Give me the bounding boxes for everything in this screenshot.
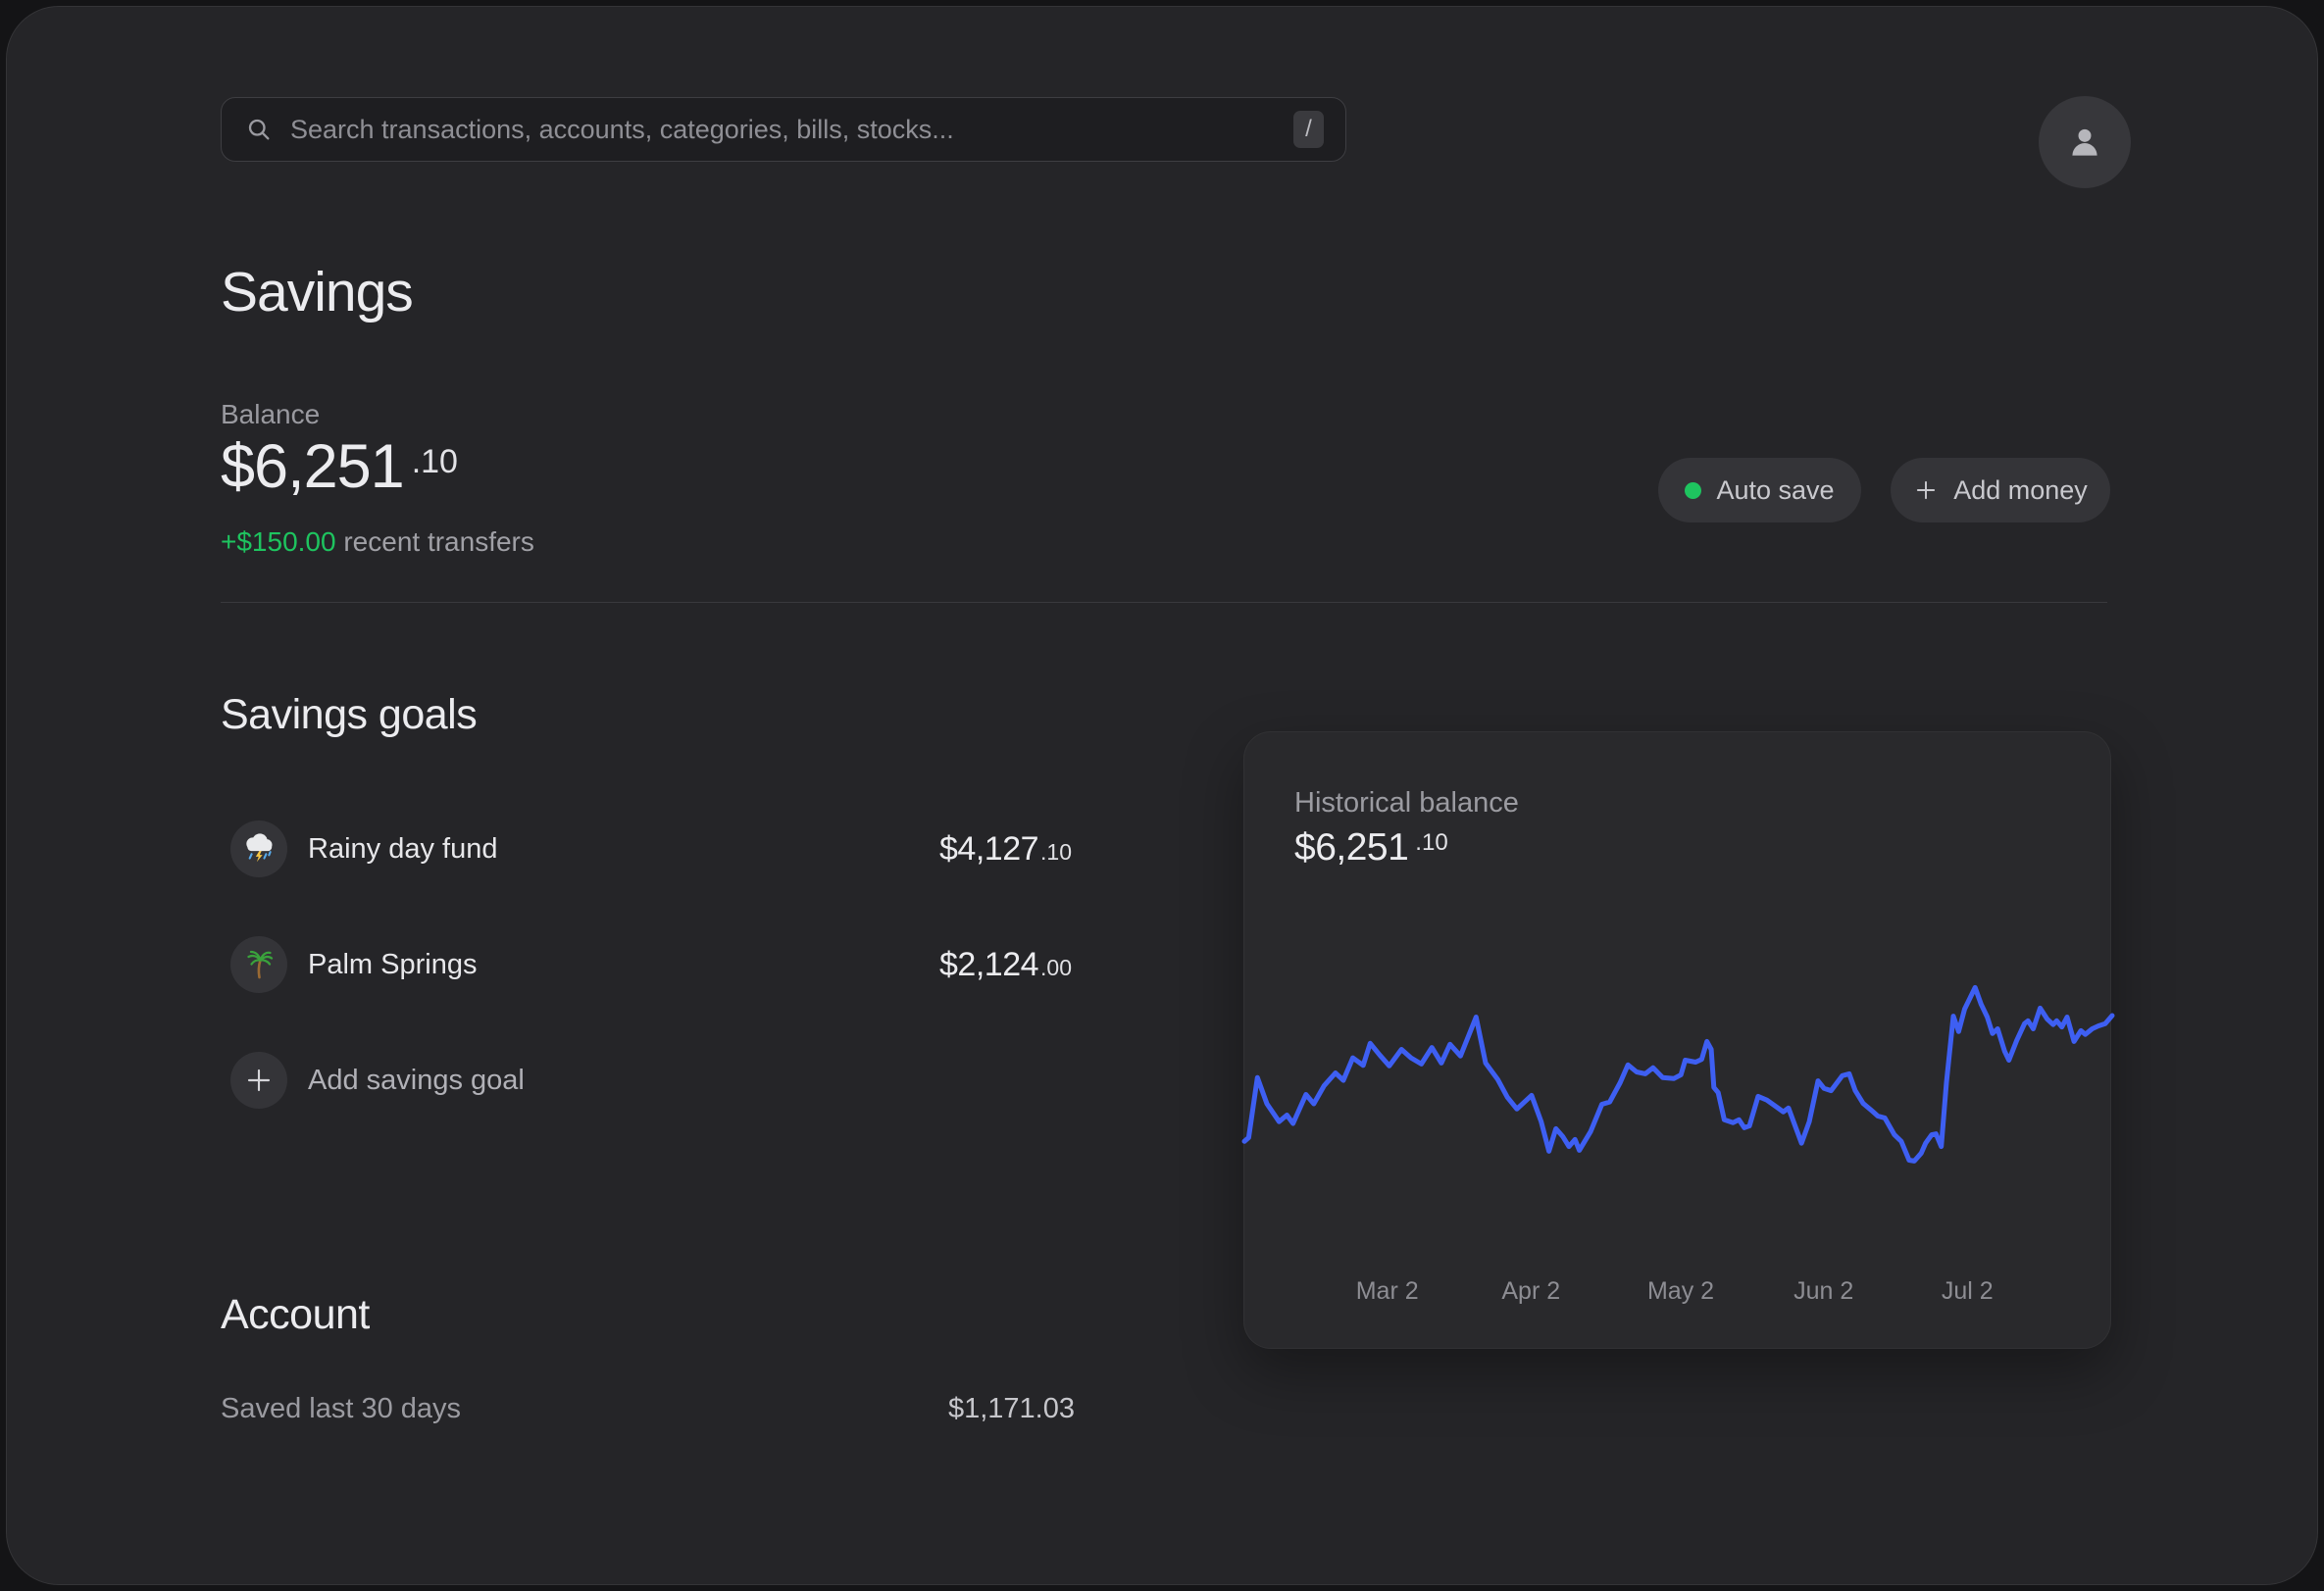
account-row-label: Saved last 30 days [221,1393,461,1425]
goal-name: Palm Springs [308,949,477,981]
account-row-value: $1,171.03 [948,1393,1075,1425]
card-title: Historical balance [1294,787,1519,820]
goal-amount: $2,124 .00 [939,946,1072,984]
x-axis-label: Jul 2 [1942,1277,1994,1306]
account-heading: Account [221,1291,370,1339]
balance-delta: +$150.00 recent transfers [221,526,534,558]
x-axis-label: May 2 [1647,1277,1714,1306]
goal-amount-main: $4,127 [939,830,1038,869]
app-window: / Savings Balance $6,251 .10 +$150.00 re… [6,6,2318,1585]
account-row-saved-30-days: Saved last 30 days $1,171.03 [221,1393,1075,1425]
auto-save-status-dot [1685,482,1701,499]
avatar[interactable] [2039,96,2131,188]
balance-line [1244,987,2112,1161]
goal-row-palm-springs[interactable]: Palm Springs $2,124 .00 [230,936,1072,993]
x-axis-labels: Mar 2 Apr 2 May 2 Jun 2 Jul 2 [1244,1277,2110,1307]
balance-amount: $6,251 .10 [221,436,458,498]
person-icon [2064,122,2105,163]
search-bar[interactable]: / [221,97,1346,162]
search-input[interactable] [290,115,1293,145]
goal-amount-cents: .00 [1040,955,1072,981]
add-money-button[interactable]: Add money [1891,458,2110,522]
add-money-label: Add money [1953,475,2088,506]
card-value-main: $6,251 [1294,828,1408,867]
palm-tree-icon [241,947,277,982]
balance-delta-value: +$150.00 [221,526,336,557]
savings-goals-heading: Savings goals [221,691,477,739]
historical-balance-card: Historical balance $6,251 .10 Mar 2 Apr 2… [1243,731,2111,1349]
goal-icon-circle [230,936,287,993]
auto-save-button[interactable]: Auto save [1658,458,1861,522]
x-axis-label: Apr 2 [1501,1277,1560,1306]
plus-icon [1913,477,1939,503]
x-axis-label: Jun 2 [1794,1277,1853,1306]
x-axis-label: Mar 2 [1356,1277,1419,1306]
storm-cloud-icon [240,830,278,868]
goal-amount-cents: .10 [1040,839,1072,866]
section-divider [221,602,2107,603]
goal-row-rainy-day-fund[interactable]: Rainy day fund $4,127 .10 [230,820,1072,877]
balance-label: Balance [221,399,320,430]
card-value-cents: .10 [1415,828,1447,855]
search-icon [245,116,273,143]
card-current-value: $6,251 .10 [1294,828,1448,867]
add-savings-goal-label: Add savings goal [308,1065,525,1097]
goal-amount: $4,127 .10 [939,830,1072,869]
history-chart [1244,960,2112,1244]
balance-amount-cents: .10 [412,436,458,478]
plus-icon [243,1065,275,1096]
goal-amount-main: $2,124 [939,946,1038,984]
goal-icon-circle [230,820,287,877]
auto-save-label: Auto save [1716,475,1834,506]
balance-delta-suffix: recent transfers [336,526,534,557]
balance-amount-main: $6,251 [221,436,404,498]
add-savings-goal-button[interactable]: Add savings goal [230,1052,1072,1109]
search-shortcut-badge: / [1293,111,1324,148]
plus-circle [230,1052,287,1109]
page-title: Savings [221,260,413,324]
goal-name: Rainy day fund [308,833,497,866]
